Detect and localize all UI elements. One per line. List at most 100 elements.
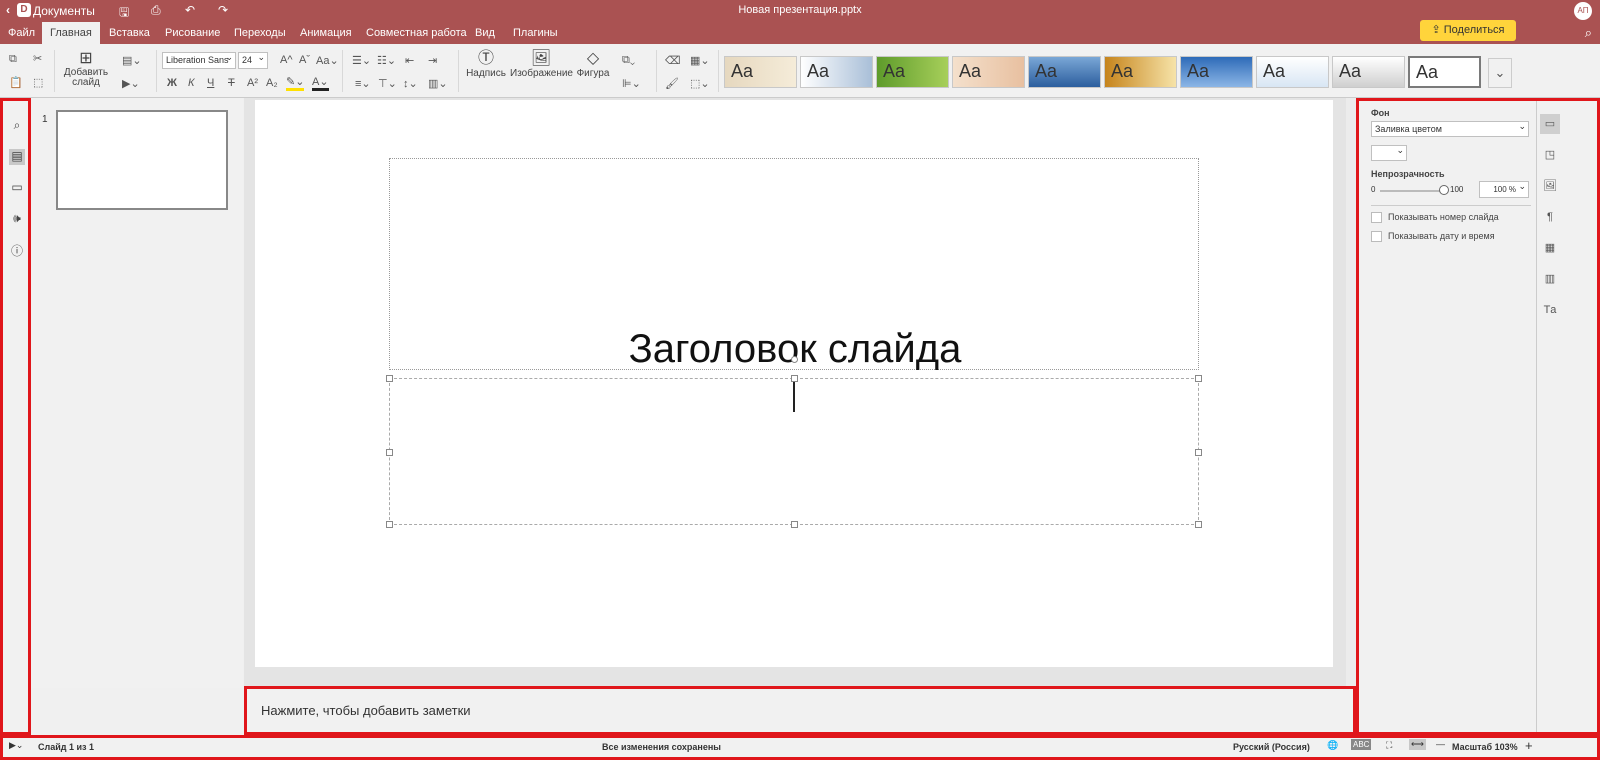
tab-insert[interactable]: Вставка [101, 22, 158, 44]
tab-plugins[interactable]: Плагины [505, 22, 566, 44]
tab-draw[interactable]: Рисование [157, 22, 228, 44]
columns-icon[interactable]: ▥⌄ [428, 77, 448, 90]
theme-6[interactable]: Aa [1104, 56, 1177, 88]
resize-handle[interactable] [386, 375, 393, 382]
show-slide-number-row[interactable]: Показывать номер слайда [1371, 212, 1499, 224]
align-objects-icon[interactable]: ⊫⌄ [622, 77, 641, 90]
slide[interactable]: Заголовок слайда [255, 100, 1333, 667]
globe-icon[interactable]: 🌐 [1327, 740, 1338, 751]
textbox-button[interactable]: Ⓣ Надпись [466, 50, 506, 79]
select-all-icon[interactable]: ⬚ [33, 76, 43, 89]
shape-button[interactable]: ◇ Фигура [576, 50, 610, 79]
slideshow-icon[interactable]: ▶⌄ [9, 740, 23, 751]
notes-placeholder[interactable]: Нажмите, чтобы добавить заметки [261, 703, 471, 718]
theme-1[interactable]: Aa [724, 56, 797, 88]
chart-settings-icon[interactable]: ▥ [1540, 269, 1560, 289]
opacity-input[interactable]: 100 % [1479, 179, 1529, 198]
opacity-slider-thumb[interactable] [1439, 185, 1449, 195]
fill-color-picker[interactable] [1371, 143, 1407, 161]
checkbox[interactable] [1371, 212, 1382, 224]
copy-icon[interactable]: ⧉ [9, 53, 17, 66]
fit-slide-icon[interactable]: ⛶ [1386, 740, 1392, 751]
slides-icon[interactable]: ▤ [9, 149, 25, 165]
theme-10[interactable]: Aa [1408, 56, 1481, 88]
bold-button[interactable]: Ж [167, 77, 177, 89]
resize-handle[interactable] [791, 521, 798, 528]
tab-transitions[interactable]: Переходы [226, 22, 294, 44]
layout-icon[interactable]: ▤⌄ [122, 54, 142, 67]
search-icon[interactable]: ⌕ [1585, 25, 1592, 41]
subscript-icon[interactable]: A₂ [266, 77, 278, 89]
copy-style-icon[interactable]: 🖌 [665, 77, 679, 90]
notes-panel[interactable]: Нажмите, чтобы добавить заметки [244, 686, 1356, 735]
title-placeholder[interactable]: Заголовок слайда [389, 158, 1200, 372]
tab-file[interactable]: Файл [0, 22, 43, 44]
theme-8[interactable]: Aa [1256, 56, 1329, 88]
color-scheme-icon[interactable]: ▦⌄ [690, 54, 710, 67]
resize-handle[interactable] [386, 521, 393, 528]
rotate-handle-icon[interactable] [791, 356, 798, 363]
underline-button[interactable]: Ч [207, 77, 214, 89]
fill-type-select[interactable]: Заливка цветом [1371, 119, 1529, 137]
slide-title[interactable]: Заголовок слайда [390, 327, 1200, 372]
theme-2[interactable]: Aa [800, 56, 873, 88]
resize-handle[interactable] [1195, 449, 1202, 456]
shape-settings-icon[interactable]: ◳ [1540, 145, 1560, 165]
theme-5[interactable]: Aa [1028, 56, 1101, 88]
share-button[interactable]: ⇪ Поделиться [1420, 20, 1516, 41]
strikethrough-button[interactable]: Т [228, 77, 235, 89]
resize-handle[interactable] [1195, 375, 1202, 382]
increase-indent-icon[interactable]: ⇥ [428, 54, 437, 67]
info-icon[interactable]: ⓘ [9, 242, 25, 258]
tab-home[interactable]: Главная [42, 22, 100, 44]
search-icon[interactable]: ⌕ [9, 118, 25, 134]
resize-handle[interactable] [1195, 521, 1202, 528]
align-icon[interactable]: ≡⌄ [355, 77, 371, 90]
decrease-indent-icon[interactable]: ⇤ [405, 54, 414, 67]
add-slide-button[interactable]: ⊞ Добавить слайд [62, 50, 110, 88]
line-spacing-icon[interactable]: ↕⌄ [403, 77, 418, 90]
user-avatar[interactable]: АП [1574, 2, 1592, 20]
theme-3[interactable]: Aa [876, 56, 949, 88]
vertical-scrollbar[interactable] [1346, 98, 1356, 688]
spellcheck-icon[interactable]: ABC [1351, 739, 1372, 750]
zoom-out-icon[interactable]: — [1436, 739, 1445, 749]
vertical-align-icon[interactable]: ⊤⌄ [378, 77, 397, 90]
italic-button[interactable]: К [188, 77, 194, 89]
textart-settings-icon[interactable]: Tа [1540, 300, 1560, 320]
table-settings-icon[interactable]: ▦ [1540, 238, 1560, 258]
opacity-slider-track[interactable] [1380, 190, 1442, 192]
zoom-in-icon[interactable]: + [1525, 738, 1533, 753]
tab-collaboration[interactable]: Совместная работа [358, 22, 475, 44]
fit-width-icon[interactable]: ⟷ [1409, 739, 1426, 750]
numbering-icon[interactable]: ☷⌄ [377, 54, 396, 67]
start-slideshow-icon[interactable]: ▶⌄ [122, 77, 140, 90]
paragraph-settings-icon[interactable]: ¶ [1540, 207, 1560, 227]
theme-4[interactable]: Aa [952, 56, 1025, 88]
slide-settings-icon[interactable]: ▭ [1540, 114, 1560, 134]
decrease-font-icon[interactable]: Aˇ [299, 54, 310, 66]
resize-handle[interactable] [791, 375, 798, 382]
cut-icon[interactable]: ✂ [33, 52, 42, 65]
bullets-icon[interactable]: ☰⌄ [352, 54, 371, 67]
arrange-icon[interactable]: ⧉⌄ [622, 54, 635, 67]
increase-font-icon[interactable]: A^ [280, 54, 293, 66]
checkbox[interactable] [1371, 231, 1382, 243]
theme-9[interactable]: Aa [1332, 56, 1405, 88]
comments-icon[interactable]: ▭ [9, 180, 25, 196]
resize-handle[interactable] [386, 449, 393, 456]
change-case-icon[interactable]: Aa⌄ [316, 54, 339, 67]
more-themes-chevron-icon[interactable]: ⌄ [1488, 58, 1512, 88]
image-button[interactable]: 🖼 Изображение [510, 50, 573, 79]
slide-size-icon[interactable]: ⬚⌄ [690, 77, 710, 90]
highlight-icon[interactable]: ✎⌄ [286, 75, 305, 91]
show-datetime-row[interactable]: Показывать дату и время [1371, 231, 1495, 243]
language-select[interactable]: Русский (Россия) [1233, 742, 1310, 752]
font-color-icon[interactable]: A⌄ [312, 75, 329, 91]
paste-icon[interactable]: 📋 [9, 76, 23, 89]
theme-7[interactable]: Aa [1180, 56, 1253, 88]
tab-animation[interactable]: Анимация [292, 22, 360, 44]
font-size-select[interactable]: 24 [238, 50, 268, 69]
clear-style-icon[interactable]: ⌫ [665, 54, 681, 67]
font-family-select[interactable]: Liberation Sans [162, 50, 236, 69]
